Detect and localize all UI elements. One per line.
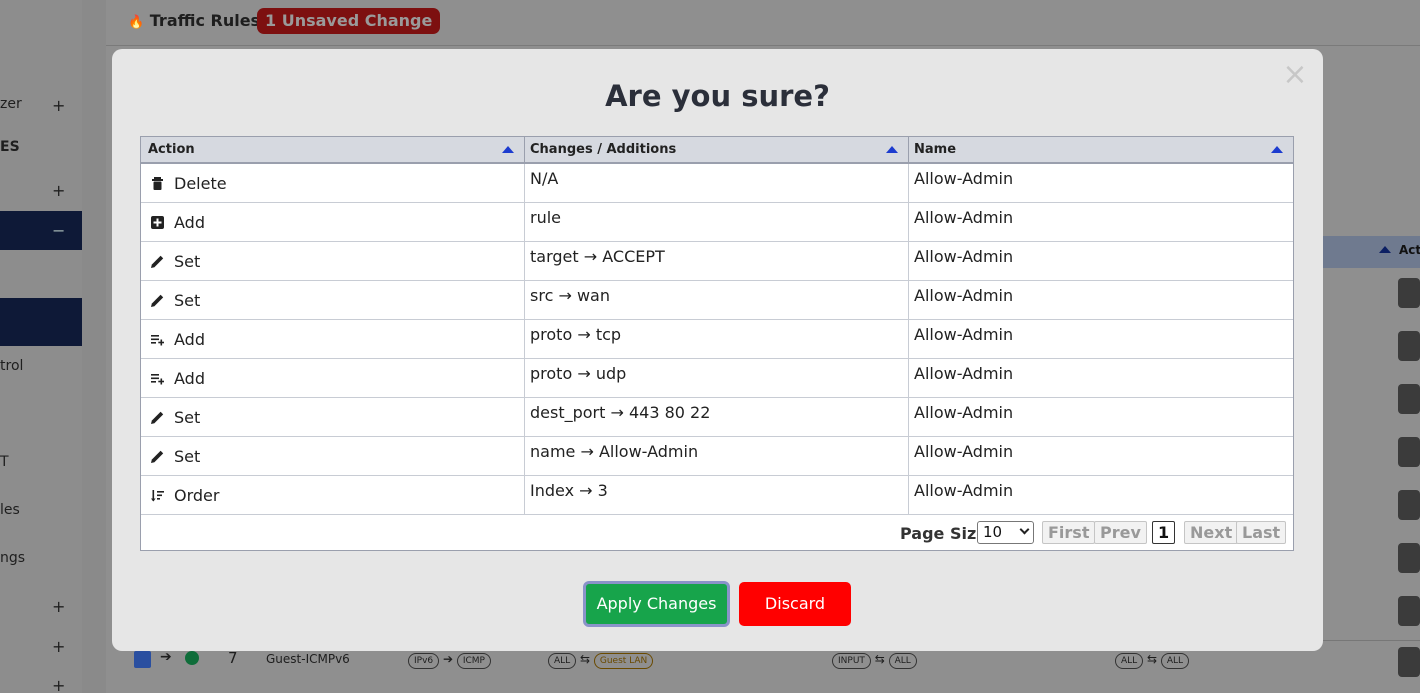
table-row: Add proto → udp Allow-Admin [141,359,1293,398]
list-add-icon [151,374,164,385]
discard-button[interactable]: Discard [739,582,851,626]
changes-table: Action Changes / Additions Name Delete N… [140,136,1294,551]
pencil-icon [151,411,164,424]
prev-page-button[interactable]: Prev [1094,521,1147,544]
first-page-button[interactable]: First [1042,521,1096,544]
trash-icon [152,177,163,190]
dialog-title: Are you sure? [605,79,830,113]
current-page-button[interactable]: 1 [1152,521,1176,544]
row-menu-button [1398,331,1420,361]
fire-icon: 🔥 [128,15,145,30]
column-header-action[interactable]: Action [141,137,525,162]
table-row: Order Index → 3 Allow-Admin [141,476,1293,515]
table-row: Set dest_port → 443 80 22 Allow-Admin [141,398,1293,437]
row-menu-button [1398,437,1420,467]
row-checkbox [134,651,151,668]
chevron-down-icon [1019,524,1030,535]
plus-square-icon [151,216,164,229]
sidebar-active-group [0,211,82,250]
row-menu-button [1398,596,1420,626]
row-menu-button [1398,543,1420,573]
column-header-name[interactable]: Name [909,137,1293,162]
pencil-icon [151,255,164,268]
list-add-icon [151,335,164,346]
table-row: Set src → wan Allow-Admin [141,281,1293,320]
page-size-label: Page Size [900,524,988,543]
pencil-icon [151,294,164,307]
row-menu-button [1398,490,1420,520]
pencil-icon [151,450,164,463]
column-header-changes[interactable]: Changes / Additions [525,137,909,162]
table-row: Delete N/A Allow-Admin [141,164,1293,203]
sort-asc-icon[interactable] [1271,146,1283,153]
background-table-header: Act [1323,236,1420,268]
enabled-icon [185,651,199,665]
pagination: Page Size 10 First Prev 1 Next Last [141,515,1293,550]
row-menu-button [1398,384,1420,414]
page-size-select[interactable]: 10 [977,521,1034,544]
table-header: Action Changes / Additions Name [141,137,1293,164]
table-row: Set name → Allow-Admin Allow-Admin [141,437,1293,476]
apply-changes-button[interactable]: Apply Changes [583,581,730,627]
row-menu-button [1398,278,1420,308]
confirm-dialog: × Are you sure? Action Changes / Additio… [112,49,1323,651]
table-row: Add rule Allow-Admin [141,203,1293,242]
unsaved-badge: 1 Unsaved Change [257,8,441,34]
sidebar-active-item [0,298,82,346]
drag-arrow-icon: ➔ [160,649,172,665]
table-row: Set target → ACCEPT Allow-Admin [141,242,1293,281]
page-title: 🔥 Traffic Rules [128,11,261,30]
sort-asc-icon[interactable] [502,146,514,153]
next-page-button[interactable]: Next [1184,521,1239,544]
sort-asc-icon[interactable] [886,146,898,153]
table-row: Add proto → tcp Allow-Admin [141,320,1293,359]
last-page-button[interactable]: Last [1236,521,1287,544]
sort-order-icon [151,490,164,502]
